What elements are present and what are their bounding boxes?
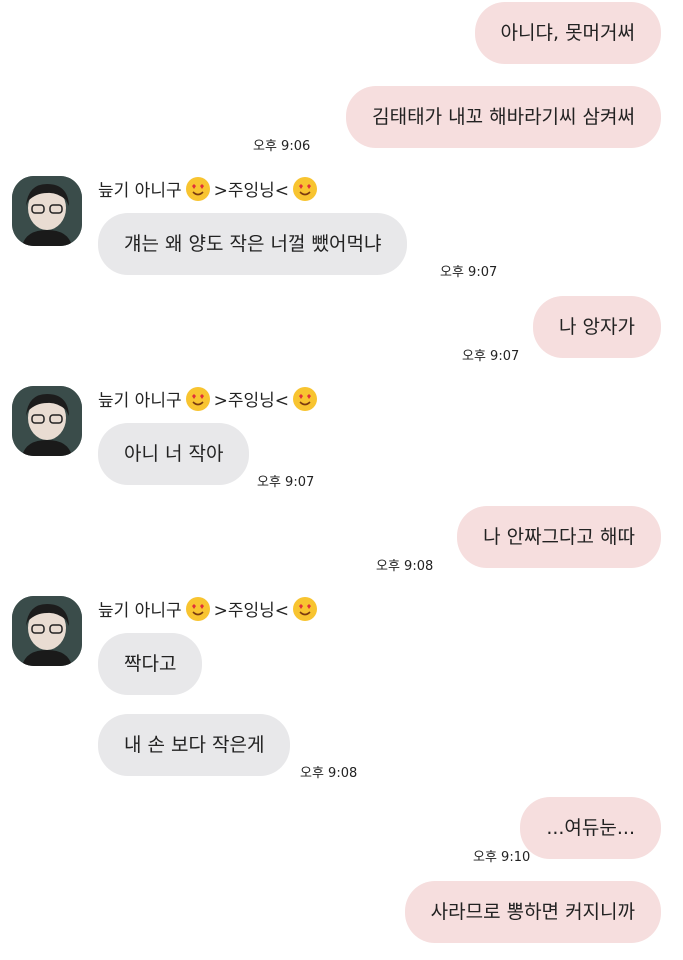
sender-name-prefix: 늪기 아니구	[98, 601, 182, 621]
heart-eyes-emoji-icon	[293, 596, 318, 621]
message-bubble[interactable]: 아니댜, 못머거써	[474, 2, 661, 64]
message-timestamp: 오후 9:07	[440, 265, 498, 280]
sender-name-suffix: >주잉닝<	[213, 181, 290, 201]
message-timestamp: 오후 9:08	[376, 559, 434, 574]
message-timestamp: 오후 9:07	[462, 349, 520, 364]
heart-eyes-emoji-icon	[185, 386, 210, 411]
message-bubble[interactable]: ...여듀눈...	[520, 797, 661, 859]
message-bubble[interactable]: 나 안짜그다고 해따	[457, 506, 661, 568]
heart-eyes-emoji-icon	[185, 596, 210, 621]
avatar[interactable]	[12, 176, 82, 246]
sender-name-prefix: 늪기 아니구	[98, 181, 182, 201]
profile-photo	[12, 176, 82, 246]
avatar[interactable]	[12, 386, 82, 456]
message-timestamp: 오후 9:06	[253, 139, 311, 154]
message-timestamp: 오후 9:08	[300, 766, 358, 781]
message-bubble[interactable]: 내 손 보다 작은게	[98, 714, 291, 776]
profile-photo	[12, 386, 82, 456]
message-timestamp: 오후 9:07	[257, 475, 315, 490]
sender-name: 늪기 아니구 >주잉닝<	[98, 176, 318, 201]
message-timestamp: 오후 9:10	[473, 850, 531, 865]
message-bubble[interactable]: 짝다고	[98, 633, 203, 695]
message-bubble[interactable]: 김태태가 내꼬 해바라기씨 삼켜써	[346, 86, 661, 148]
message-bubble[interactable]: 걔는 왜 양도 작은 너껄 뺐어먹냐	[98, 213, 408, 275]
message-bubble[interactable]: 아니 너 작아	[98, 423, 250, 485]
heart-eyes-emoji-icon	[293, 386, 318, 411]
sender-name-prefix: 늪기 아니구	[98, 391, 182, 411]
sender-name: 늪기 아니구 >주잉닝<	[98, 386, 318, 411]
heart-eyes-emoji-icon	[293, 176, 318, 201]
avatar[interactable]	[12, 596, 82, 666]
heart-eyes-emoji-icon	[185, 176, 210, 201]
sender-name-suffix: >주잉닝<	[213, 601, 290, 621]
sender-name: 늪기 아니구 >주잉닝<	[98, 596, 318, 621]
sender-name-suffix: >주잉닝<	[213, 391, 290, 411]
message-bubble[interactable]: 나 앙자가	[533, 296, 661, 358]
profile-photo	[12, 596, 82, 666]
message-bubble[interactable]: 사라므로 뽕하면 커지니까	[404, 881, 661, 943]
